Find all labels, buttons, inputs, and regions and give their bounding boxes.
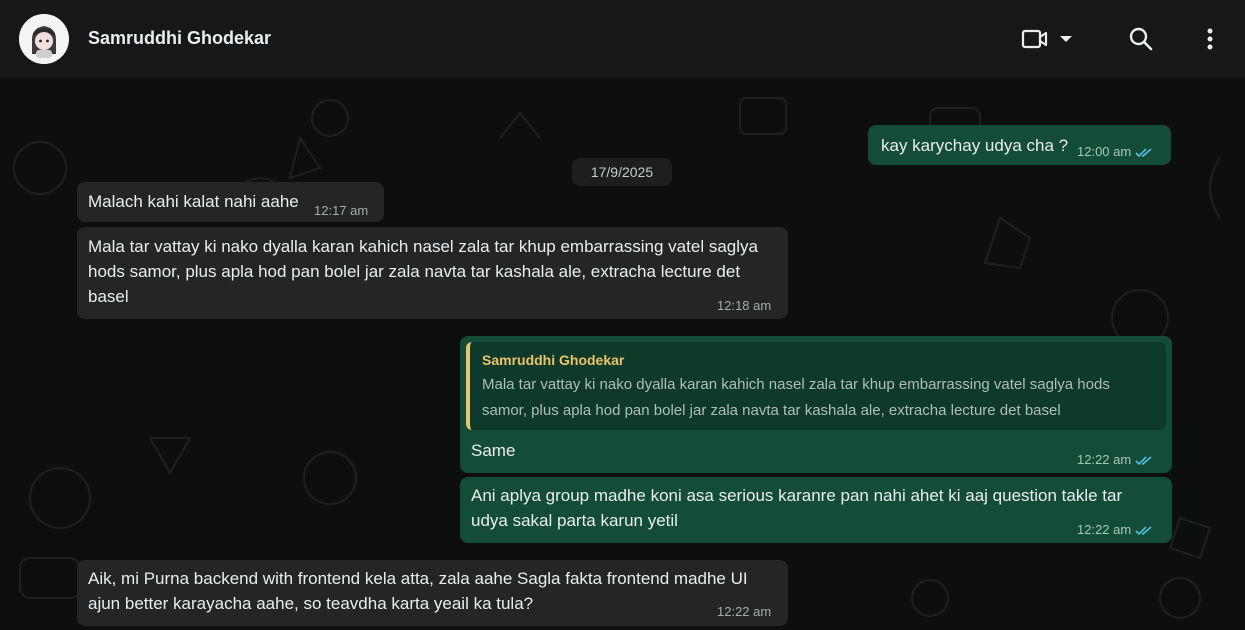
video-call-icon bbox=[1021, 29, 1048, 49]
message-text: Aik, mi Purna backend with frontend kela… bbox=[88, 569, 748, 613]
quoted-author: Samruddhi Ghodekar bbox=[482, 352, 625, 368]
avatar-illustration bbox=[19, 14, 69, 64]
message-time: 12:22 am bbox=[717, 604, 772, 619]
message-bubble-outgoing-reply[interactable]: Samruddhi Ghodekar Mala tar vattay ki na… bbox=[460, 336, 1172, 473]
message-bubble-outgoing[interactable]: kay karychay udya cha ? 12:00 am bbox=[868, 125, 1171, 165]
message-time-row: 12:22 am bbox=[1077, 452, 1153, 468]
message-time-row: 12:00 am bbox=[1077, 144, 1153, 160]
quoted-message[interactable]: Samruddhi Ghodekar Mala tar vattay ki na… bbox=[466, 342, 1166, 430]
message-time: 12:22 am bbox=[1077, 522, 1132, 537]
quoted-text: Mala tar vattay ki nako dyalla karan kah… bbox=[482, 376, 1110, 419]
message-bubble-incoming[interactable]: Aik, mi Purna backend with frontend kela… bbox=[77, 560, 788, 626]
contact-name[interactable]: Samruddhi Ghodekar bbox=[88, 28, 271, 49]
date-chip: 17/9/2025 bbox=[572, 158, 672, 186]
message-text: Malach kahi kalat nahi aahe bbox=[88, 192, 299, 211]
chevron-down-icon bbox=[1060, 36, 1072, 42]
read-ticks-icon bbox=[1135, 148, 1152, 158]
message-time: 12:00 am bbox=[1077, 144, 1132, 159]
more-vertical-icon bbox=[1207, 28, 1213, 50]
chat-header: Samruddhi Ghodekar bbox=[0, 0, 1245, 78]
message-text: Ani aplya group madhe koni asa serious k… bbox=[471, 486, 1123, 530]
avatar[interactable] bbox=[19, 14, 69, 64]
read-ticks-icon bbox=[1135, 456, 1152, 466]
search-button[interactable] bbox=[1124, 22, 1158, 56]
message-bubble-incoming[interactable]: Mala tar vattay ki nako dyalla karan kah… bbox=[77, 227, 788, 319]
message-time: 12:17 am bbox=[314, 203, 369, 218]
message-time: 12:18 am bbox=[717, 298, 772, 313]
search-icon bbox=[1129, 27, 1153, 51]
video-call-button[interactable] bbox=[1018, 22, 1078, 56]
message-text: Mala tar vattay ki nako dyalla karan kah… bbox=[88, 237, 758, 306]
message-text: kay karychay udya cha ? bbox=[881, 136, 1069, 155]
message-time: 12:22 am bbox=[1077, 452, 1132, 467]
message-bubble-incoming[interactable]: Malach kahi kalat nahi aahe 12:17 am bbox=[77, 182, 384, 222]
message-bubble-outgoing[interactable]: Ani aplya group madhe koni asa serious k… bbox=[460, 477, 1172, 543]
read-ticks-icon bbox=[1135, 526, 1152, 536]
more-options-button[interactable] bbox=[1196, 22, 1224, 56]
message-time-row: 12:22 am bbox=[1077, 522, 1153, 538]
message-text: Same bbox=[471, 441, 516, 460]
